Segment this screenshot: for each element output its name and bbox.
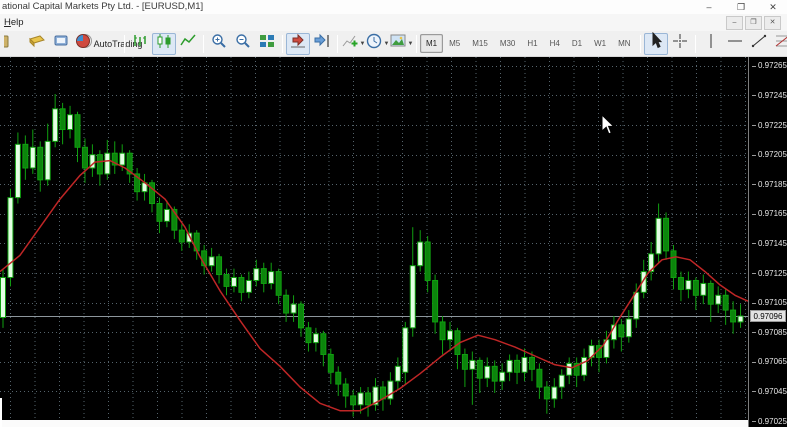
toolbar-separator [337,35,338,53]
timeframe-button-h4[interactable]: H4 [544,34,566,53]
toolbar-separator [416,35,417,53]
tile-windows-button[interactable] [255,33,279,55]
clipped-button[interactable] [1,33,25,55]
price-axis-label: 0.97065 [752,357,787,366]
cursor-icon [647,32,665,55]
timeframe-button-h1[interactable]: H1 [521,34,543,53]
periods-button[interactable]: ▼ [365,33,389,55]
fibonacci-icon [774,32,787,55]
price-axis-label: 0.97145 [752,239,787,248]
line-chart-button[interactable] [176,33,200,55]
trend-line-button[interactable] [747,33,771,55]
crosshair-icon [671,32,689,55]
crosshair-button[interactable] [668,33,692,55]
price-axis-label: 0.97185 [752,180,787,189]
tile-windows-icon [258,32,276,55]
line-chart-icon [179,32,197,55]
chart-shift-icon [313,32,331,55]
price-axis-label: 0.97125 [752,269,787,278]
new-order-button[interactable] [25,33,49,55]
vertical-line-icon [702,32,720,55]
price-axis-label: 0.97265 [752,61,787,70]
timeframe-button-m30[interactable]: M30 [494,34,522,53]
clipped-icon [4,32,22,55]
trend-line-icon [750,32,768,55]
mdi-close-button[interactable]: ✕ [764,16,781,30]
minimize-button[interactable]: – [703,0,715,14]
chart-window: 0.97265 0.97245 0.97225 0.97205 0.97185 0.971… [0,57,787,427]
window-title: ational Capital Markets Pty Ltd. - [EURU… [2,1,203,12]
restore-button[interactable]: ❐ [735,0,747,14]
price-axis: 0.97265 0.97245 0.97225 0.97205 0.97185 0.971… [748,57,787,427]
chart-area[interactable] [0,57,749,420]
window-edge-artifact [0,398,2,427]
cursor-button[interactable] [644,33,668,55]
periods-icon [365,32,383,55]
templates-icon [389,32,407,55]
metaeditor-icon [52,32,70,55]
candle-chart-button[interactable] [152,33,176,55]
menu-bar: Help – ❐ ✕ [0,14,787,31]
timeframe-button-m5[interactable]: M5 [443,34,466,53]
toolbar-separator [695,35,696,53]
indicators-button[interactable]: ▼ [341,33,365,55]
close-button[interactable]: ✕ [767,0,779,14]
chart-shift-button[interactable] [310,33,334,55]
price-axis-label: 0.97105 [752,298,787,307]
price-axis-label: 0.97225 [752,121,787,130]
bar-chart-icon [131,32,149,55]
timeframe-button-mn[interactable]: MN [612,34,636,53]
vertical-line-button[interactable] [699,33,723,55]
bid-price-tag: 0.97096 [750,310,786,322]
toolbar-separator [203,35,204,53]
candle-chart-icon [155,32,173,55]
auto-scroll-icon [289,32,307,55]
price-axis-label: 0.97045 [752,387,787,396]
indicators-icon [341,32,359,55]
mdi-minimize-button[interactable]: – [726,16,743,30]
timeframe-button-w1[interactable]: W1 [588,34,612,53]
zoom-in-icon [210,32,228,55]
metaeditor-button[interactable] [49,33,73,55]
toolbar-separator [640,35,641,53]
price-axis-label: 0.97025 [752,417,787,426]
timeframe-button-m1[interactable]: M1 [420,34,443,53]
zoom-in-button[interactable] [207,33,231,55]
price-axis-label: 0.97205 [752,150,787,159]
autotrading-icon [74,32,92,55]
chart-bottom-strip [0,420,749,427]
price-axis-label: 0.97085 [752,328,787,337]
toolbar-separator [282,35,283,53]
horizontal-line-button[interactable] [723,33,747,55]
timeframe-button-d1[interactable]: D1 [566,34,588,53]
auto-scroll-button[interactable] [286,33,310,55]
window-controls: – ❐ ✕ [703,0,779,14]
new-order-icon [28,32,46,55]
menu-item-help[interactable]: Help [0,14,28,31]
horizontal-line-icon [726,32,744,55]
templates-button[interactable]: ▼ [389,33,413,55]
toolbar-separator [124,35,125,53]
toolbar: AutoTrading▼▼▼M1M5M15M30H1H4D1W1MN1 [0,31,787,57]
title-bar: ational Capital Markets Pty Ltd. - [EURU… [0,0,787,14]
mdi-restore-button[interactable]: ❐ [745,16,762,30]
mt4-window: ational Capital Markets Pty Ltd. - [EURU… [0,0,787,427]
price-axis-label: 0.97245 [752,91,787,100]
bar-chart-button[interactable] [128,33,152,55]
fibonacci-button[interactable] [771,33,787,55]
mdi-window-controls: – ❐ ✕ [726,16,781,30]
autotrading-button[interactable]: AutoTrading [97,33,121,55]
zoom-out-button[interactable] [231,33,255,55]
timeframe-button-m15[interactable]: M15 [466,34,494,53]
price-axis-label: 0.97165 [752,209,787,218]
zoom-out-icon [234,32,252,55]
chevron-down-icon: ▼ [408,41,414,47]
